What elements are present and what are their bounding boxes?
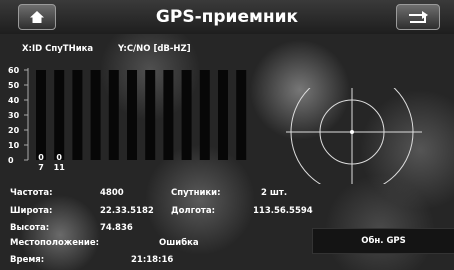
time-label: Время: [10,255,45,265]
home-button[interactable] [18,4,56,30]
latitude-label: Широта: [10,206,53,216]
satellites-value: 2 шт. [261,188,288,198]
latitude-value: 22.33.5182 [100,206,154,216]
page-title: GPS-приемник [155,7,299,27]
signal-bar-slot [181,70,192,160]
signal-chart: 605040302010070110 [8,66,247,172]
y-tick-label: 50 [8,81,20,90]
satellite-id-label: 11 [54,163,66,172]
back-button[interactable] [396,4,440,30]
signal-bar-slot [145,70,156,160]
signal-bar-slot [163,70,174,160]
longitude-label: Долгота: [171,206,215,216]
signal-bar-slot [36,70,46,160]
home-icon [30,11,44,23]
position-label: Местоположение: [10,238,100,248]
satellite-id-label: 7 [38,163,44,172]
signal-bar-slot [90,70,101,160]
satellite-radar [286,88,422,184]
frequency-label: Частота: [10,188,53,198]
return-arrow-icon [409,11,428,23]
signal-bar-slot [108,70,119,160]
refresh-gps-button[interactable]: Обн. GPS [312,228,454,254]
y-tick-label: 0 [8,156,14,165]
longitude-value: 113.56.5594 [253,206,313,216]
x-axis-legend: X:ID СпуТНика [22,44,94,54]
frequency-value: 4800 [100,188,124,198]
signal-value-label: 0 [38,153,44,162]
signal-bar-slot [127,70,137,160]
y-tick-label: 40 [8,96,20,105]
position-status: Ошибка [159,238,199,248]
altitude-value: 74.836 [100,223,133,233]
signal-value-label: 0 [56,153,62,162]
altitude-label: Высота: [10,223,50,233]
satellites-label: Спутники: [171,188,221,198]
signal-bar-slot [54,70,65,160]
signal-bar-slot [72,70,83,160]
signal-bar-slot [199,70,210,160]
y-tick-label: 20 [8,126,20,135]
signal-bar-slot [236,70,247,160]
y-tick-label: 30 [8,111,20,120]
time-value: 21:18:16 [131,255,174,265]
radar-center-dot [350,130,354,134]
signal-bar-slot [218,70,228,160]
y-tick-label: 10 [8,141,20,150]
y-axis-legend: Y:C/NO [dB-HZ] [118,44,191,54]
y-tick-label: 60 [8,66,20,75]
